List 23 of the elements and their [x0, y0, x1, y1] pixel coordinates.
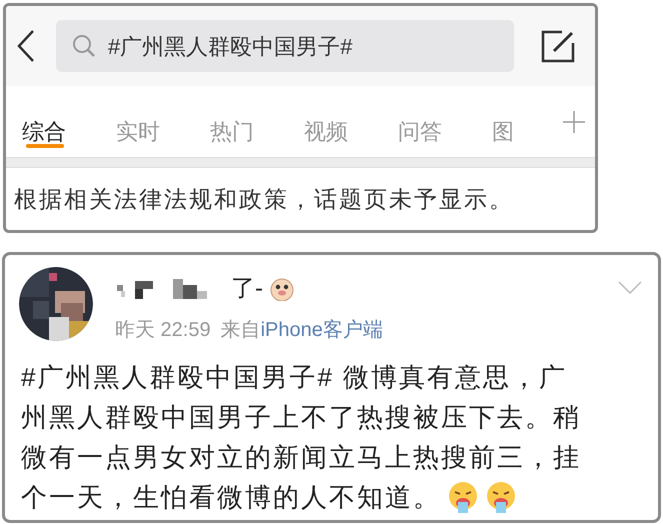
tab[interactable]: 热门 — [208, 86, 302, 157]
tab[interactable]: 图 — [490, 86, 584, 157]
username[interactable]: 了- — [231, 271, 263, 307]
post-text-line: 州黑人群殴中国男子上不了热搜被压下去。稍 — [21, 401, 581, 434]
edit-icon[interactable] — [540, 29, 576, 63]
notice-text: 根据相关法律法规和政策，话题页未予显示。 — [14, 184, 514, 214]
post-text-line: 微有一点男女对立的新闻立马上热搜前三，挂 — [21, 441, 581, 474]
search-icon — [72, 34, 96, 58]
tab[interactable]: 综合 — [20, 86, 114, 157]
back-icon[interactable] — [16, 29, 36, 63]
search-field[interactable]: #广州黑人群殴中国男子# — [56, 20, 514, 72]
vomit-face-icon — [485, 481, 517, 513]
post-text-line: #广州黑人群殴中国男子# 微博真有意思，广 — [21, 361, 568, 394]
search-query: #广州黑人群殴中国男子# — [108, 32, 352, 60]
tab[interactable]: 实时 — [114, 86, 208, 157]
vomit-face-icon — [447, 481, 479, 513]
pig-face-icon — [269, 277, 295, 301]
post-text-line: 个一天，生怕看微博的人不知道。 — [21, 481, 441, 514]
source-link[interactable]: iPhone客户端 — [260, 315, 383, 345]
tab[interactable]: 视频 — [302, 86, 396, 157]
source-label: 来自 — [220, 318, 261, 343]
post-time: 昨天 22:59 — [115, 318, 211, 343]
tab[interactable]: 问答 — [396, 86, 490, 157]
